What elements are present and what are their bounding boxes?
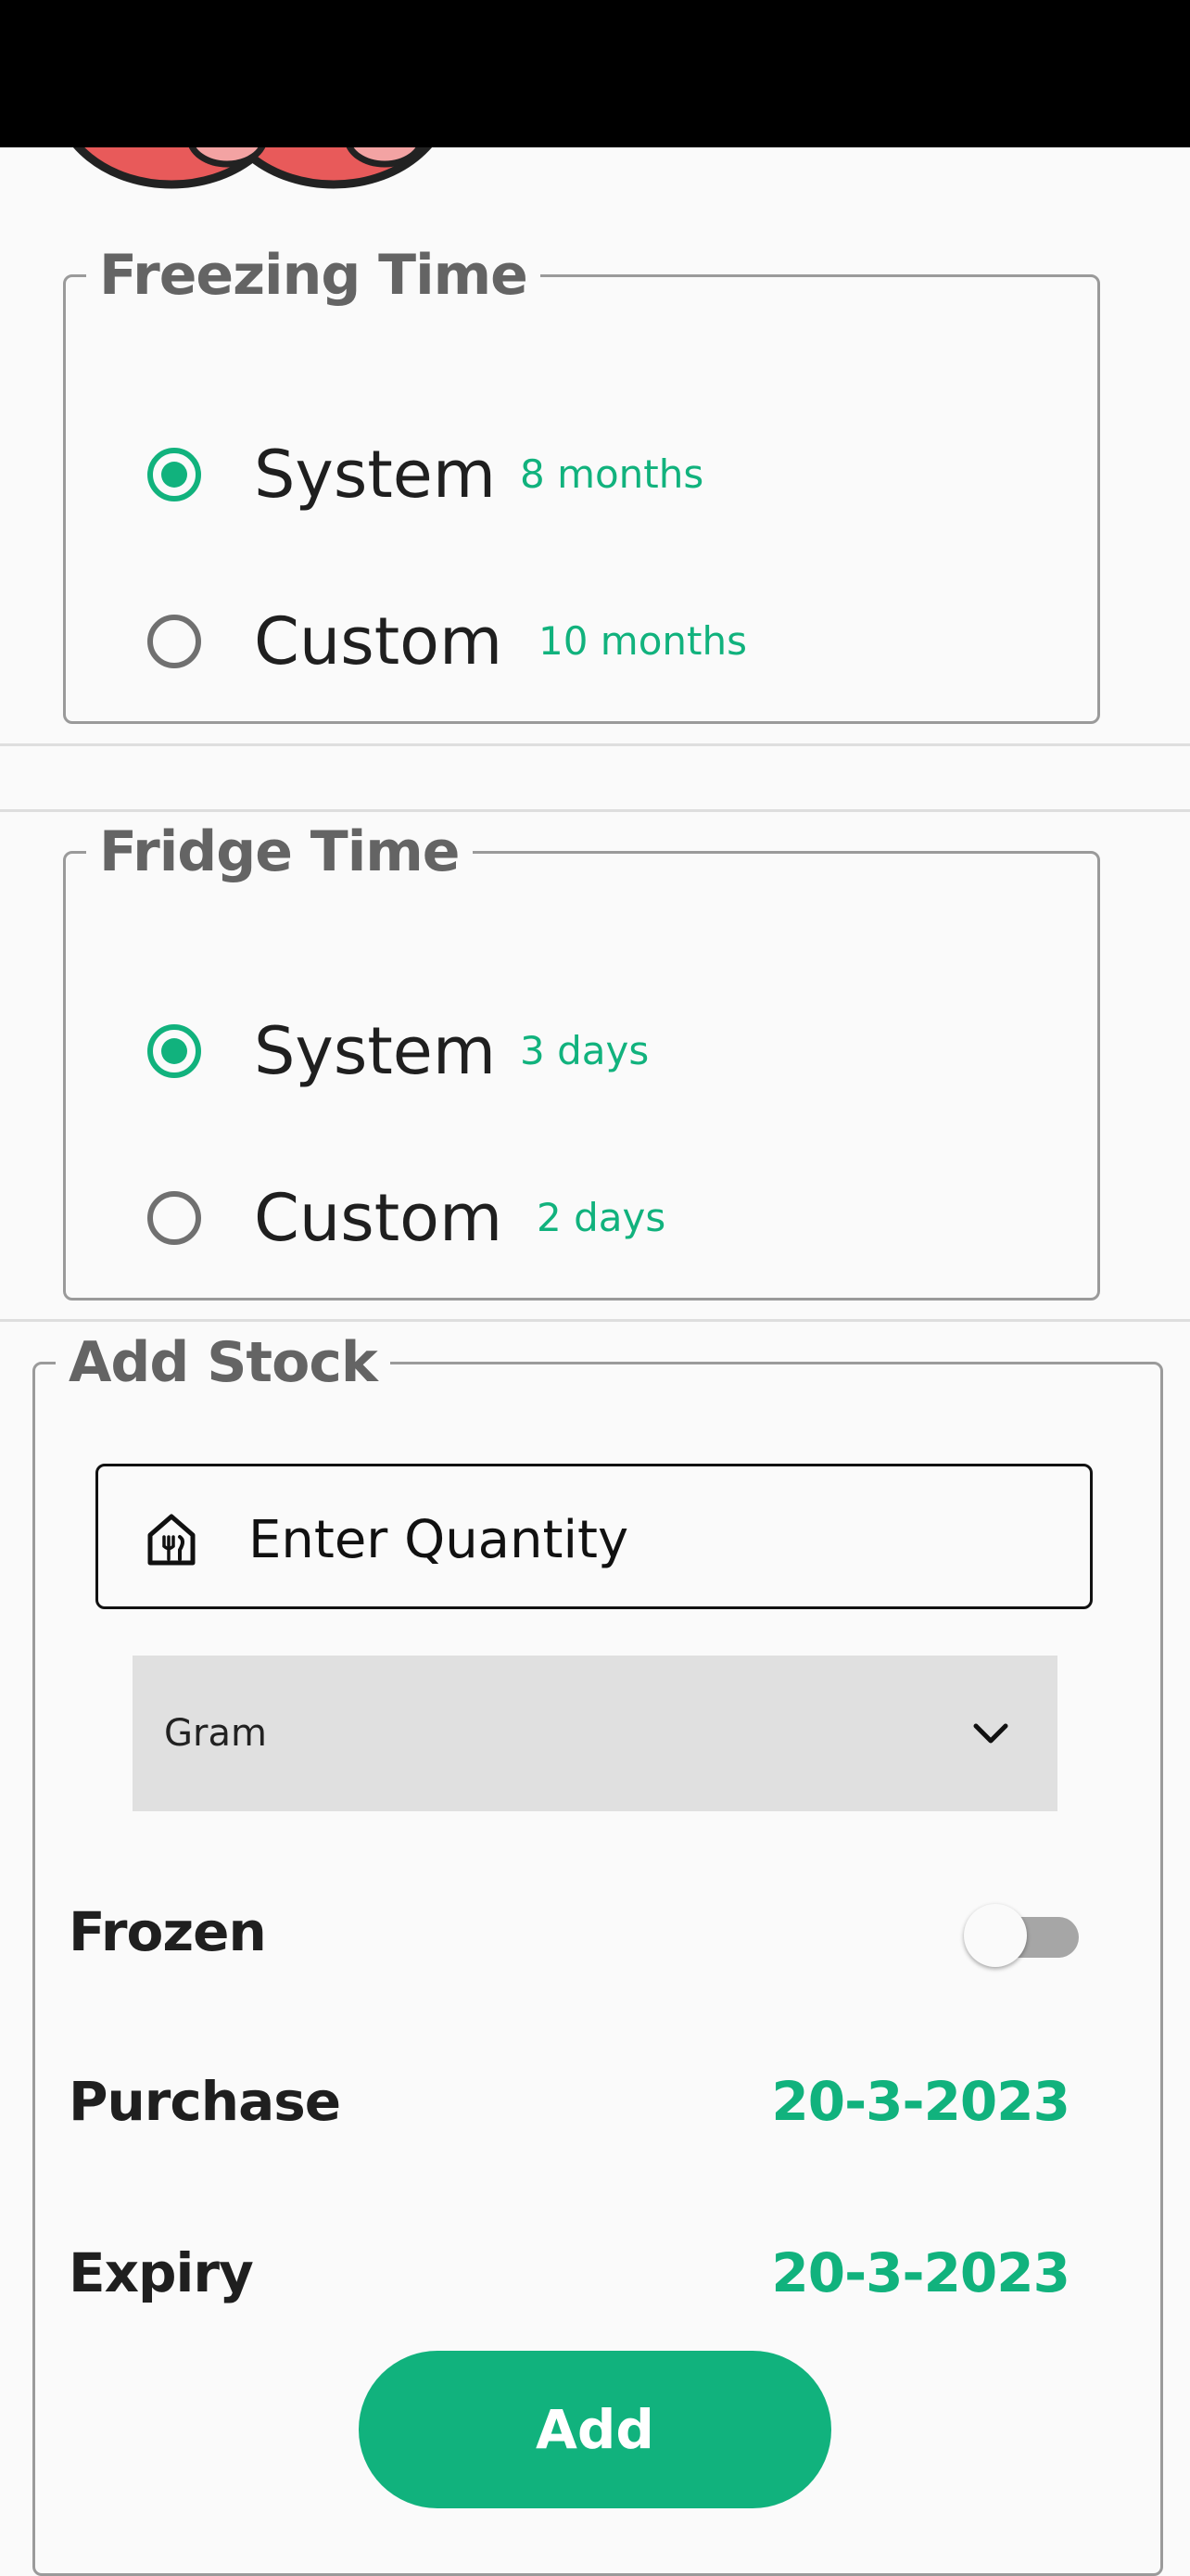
add-stock-title: Add Stock xyxy=(69,1330,378,1395)
freezing-time-title: Freezing Time xyxy=(99,243,528,308)
product-image xyxy=(28,147,454,190)
expiry-date[interactable]: 20-3-2023 xyxy=(771,2241,1070,2304)
fridge-system-option[interactable]: System 3 days xyxy=(66,1009,1085,1093)
fridge-system-radio[interactable] xyxy=(147,1024,201,1078)
fridge-custom-option[interactable]: Custom 2 days xyxy=(66,1176,1085,1260)
kitchen-icon xyxy=(145,1513,198,1567)
purchase-date[interactable]: 20-3-2023 xyxy=(771,2070,1070,2133)
freezing-custom-value: 10 months xyxy=(538,618,747,664)
section-divider xyxy=(0,1319,1190,1322)
section-divider xyxy=(0,743,1190,746)
fridge-system-label: System xyxy=(254,1013,497,1089)
frozen-label: Frozen xyxy=(69,1900,267,1963)
fridge-time-group: Fridge Time System 3 days Custom 2 days xyxy=(63,819,1100,1301)
section-divider xyxy=(0,809,1190,812)
quantity-field[interactable] xyxy=(95,1464,1093,1609)
freezing-system-value: 8 months xyxy=(520,451,704,497)
unit-selected-value: Gram xyxy=(164,1712,267,1755)
freezing-time-group: Freezing Time System 8 months Custom 10 … xyxy=(63,243,1100,724)
freezing-system-label: System xyxy=(254,437,497,513)
quantity-input[interactable] xyxy=(247,1494,1066,1585)
add-button[interactable]: Add xyxy=(359,2351,831,2508)
chevron-down-icon xyxy=(970,1713,1011,1754)
fridge-custom-radio[interactable] xyxy=(147,1191,201,1245)
frozen-toggle[interactable] xyxy=(964,1904,1084,1969)
freezing-custom-label: Custom xyxy=(254,603,503,679)
fridge-time-title: Fridge Time xyxy=(99,819,460,884)
top-bar xyxy=(0,0,1190,147)
fridge-system-value: 3 days xyxy=(520,1028,650,1073)
unit-dropdown[interactable]: Gram xyxy=(133,1656,1057,1811)
purchase-label: Purchase xyxy=(69,2070,341,2133)
toggle-knob xyxy=(964,1904,1027,1967)
freezing-system-radio[interactable] xyxy=(147,448,201,501)
freezing-system-option[interactable]: System 8 months xyxy=(66,433,1085,516)
freezing-custom-option[interactable]: Custom 10 months xyxy=(66,600,1085,683)
fridge-custom-label: Custom xyxy=(254,1180,503,1256)
fridge-custom-value: 2 days xyxy=(537,1195,666,1240)
freezing-custom-radio[interactable] xyxy=(147,615,201,668)
expiry-label: Expiry xyxy=(69,2241,254,2304)
